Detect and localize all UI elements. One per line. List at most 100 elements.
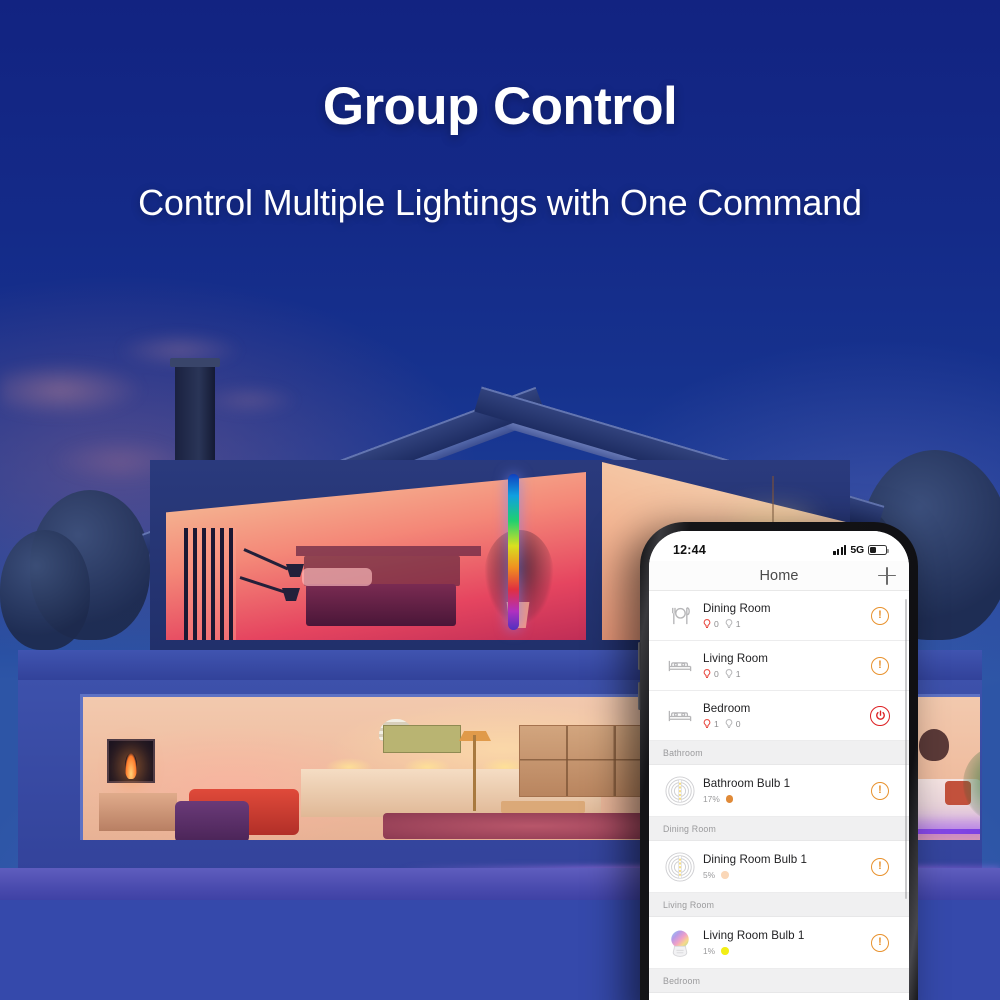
poster-canvas: Group Control Control Multiple Lightings…: [0, 0, 1000, 1000]
row-action: !: [863, 933, 897, 952]
lights-on-stat: 0: [703, 669, 719, 679]
table-row[interactable]: Bedroom 1 0: [649, 691, 909, 741]
room-name: Dining Room: [703, 601, 771, 615]
lights-off-stat: 0: [725, 719, 741, 729]
color-swatch: [725, 795, 734, 803]
room-light-counts: 0 1: [703, 619, 863, 629]
lights-off-count: 0: [735, 719, 741, 730]
list-item[interactable]: Dining Room Bulb 1 5% !: [649, 841, 909, 893]
bedroom-interior: [166, 472, 586, 640]
warning-button[interactable]: !: [871, 857, 889, 876]
lights-on-count: 0: [714, 619, 719, 630]
lights-off-count: 1: [735, 619, 741, 630]
home-list[interactable]: Dining Room 0 1 ! Living Room 0 1 ! Bedr…: [649, 591, 909, 1000]
tree-silhouette: [0, 530, 90, 650]
lights-on-stat: 1: [703, 719, 719, 729]
wall-lamp-arm: [243, 548, 289, 571]
row-action: !: [863, 606, 897, 625]
light-panel-icon: [663, 850, 697, 884]
power-toggle-button[interactable]: [870, 705, 890, 726]
floor-lamp-stand: [473, 735, 476, 811]
kitchen-wall-cabinet: [383, 725, 461, 753]
list-scrollbar[interactable]: [904, 599, 907, 899]
area-rug: [383, 813, 683, 839]
list-item[interactable]: Bathroom Bulb 1 17% !: [649, 765, 909, 817]
room-light-counts: 1 0: [703, 719, 863, 729]
row-action: !: [863, 857, 897, 876]
lights-off-stat: 1: [725, 669, 741, 679]
purple-armchair: [175, 801, 249, 840]
battery-icon: [868, 545, 890, 555]
lights-on-count: 0: [714, 669, 719, 680]
row-action: !: [863, 781, 897, 800]
brightness-value: 5%: [703, 870, 716, 881]
lights-on-stat: 0: [703, 619, 719, 629]
bed-icon: [663, 707, 697, 725]
row-content: Living Room Bulb 1 1%: [697, 929, 863, 956]
dining-utensils-icon: [663, 606, 697, 626]
table-row[interactable]: Living Room 0 1 !: [649, 641, 909, 691]
row-content: Living Room 0 1: [697, 652, 863, 679]
device-name: Dining Room Bulb 1: [703, 852, 808, 866]
bed-icon: [663, 657, 697, 675]
dark-pendant-lamp: [919, 729, 949, 761]
room-name: Living Room: [703, 651, 768, 665]
app-navigation-bar: Home: [649, 561, 909, 591]
status-bar: 12:44 5G: [649, 531, 909, 561]
device-state: 5%: [703, 870, 863, 880]
fireplace-flame: [125, 753, 137, 779]
lights-off-stat: 1: [725, 619, 741, 629]
network-type-label: 5G: [850, 544, 864, 556]
add-device-button[interactable]: [878, 566, 896, 585]
row-content: Dining Room Bulb 1 5%: [697, 853, 863, 880]
room-name: Bedroom: [703, 701, 751, 715]
row-content: Bedroom 1 0: [697, 702, 863, 729]
list-item[interactable]: Living Room Bulb 1 1% !: [649, 917, 909, 969]
hero-text-block: Group Control Control Multiple Lightings…: [0, 77, 1000, 224]
phone-volume-button[interactable]: [638, 642, 641, 670]
coffee-table: [501, 801, 585, 813]
device-state: 17%: [703, 794, 863, 804]
table-row[interactable]: Dining Room 0 1 !: [649, 591, 909, 641]
wall-lamp-arm: [239, 576, 287, 594]
lights-on-count: 1: [714, 719, 719, 730]
bedroom-shelf: [296, 546, 481, 556]
section-header: Living Room: [649, 893, 909, 917]
light-panel-icon: [663, 774, 697, 808]
phone-mockup: 12:44 5G Home Dining Room 0 1 ! Living R…: [638, 522, 918, 1000]
sideboard-cabinet: [99, 793, 177, 831]
device-name: Bathroom Bulb 1: [703, 776, 791, 790]
row-action: !: [863, 656, 897, 675]
section-header: Bedroom: [649, 969, 909, 993]
warning-button[interactable]: !: [871, 656, 889, 675]
warning-button[interactable]: !: [871, 933, 889, 952]
status-time: 12:44: [673, 543, 706, 557]
page-subtitle: Control Multiple Lightings with One Comm…: [138, 182, 862, 224]
row-action: [863, 705, 897, 726]
brightness-value: 1%: [703, 946, 716, 957]
row-content: Dining Room 0 1: [697, 602, 863, 629]
phone-screen: 12:44 5G Home Dining Room 0 1 ! Living R…: [649, 531, 909, 1000]
warning-button[interactable]: !: [871, 606, 889, 625]
device-state: 1%: [703, 946, 863, 956]
lights-off-count: 1: [735, 669, 741, 680]
rgb-light-strip: [508, 474, 519, 630]
color-bulb-icon: [663, 926, 697, 960]
bed: [302, 568, 456, 626]
window-blinds: [184, 528, 236, 640]
device-name: Living Room Bulb 1: [703, 928, 805, 942]
status-indicators: 5G: [833, 544, 890, 556]
brightness-value: 17%: [703, 794, 720, 805]
warning-button[interactable]: !: [871, 781, 889, 800]
chimney-cap: [170, 358, 220, 367]
color-swatch: [721, 871, 729, 879]
phone-volume-button[interactable]: [638, 682, 641, 710]
row-content: Bathroom Bulb 1 17%: [697, 777, 863, 804]
page-title: Group Control: [322, 77, 678, 136]
color-swatch: [721, 947, 729, 955]
section-header: Dining Room: [649, 817, 909, 841]
cellular-bars-icon: [833, 545, 847, 555]
section-header: Bathroom: [649, 741, 909, 765]
wall-lamp-head: [282, 588, 300, 601]
page-heading: Home: [759, 567, 799, 584]
